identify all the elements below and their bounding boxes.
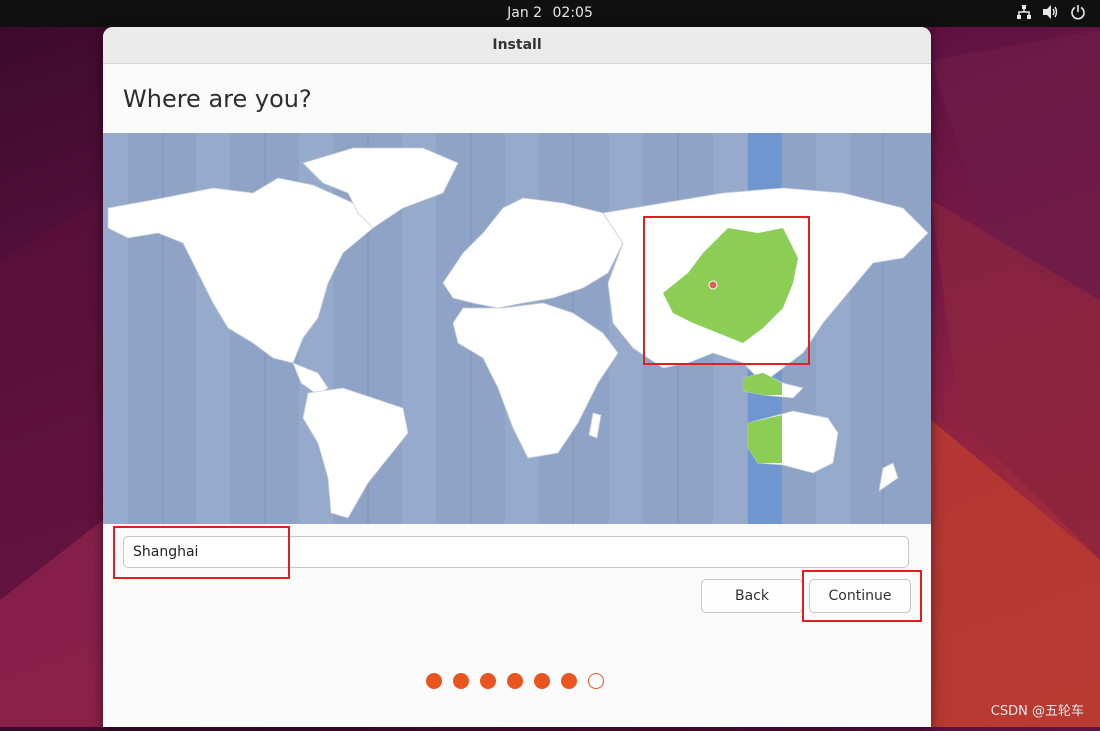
page-title: Where are you? xyxy=(103,64,931,133)
date-label: Jan 2 xyxy=(507,5,543,21)
input-highlight-box xyxy=(113,526,290,579)
back-button[interactable]: Back xyxy=(701,579,803,613)
clock[interactable]: Jan 2 02:05 xyxy=(0,5,1100,21)
timezone-map[interactable] xyxy=(103,133,931,524)
progress-step-dot xyxy=(561,673,577,689)
progress-step-dot xyxy=(534,673,550,689)
progress-step-dot xyxy=(480,673,496,689)
network-icon[interactable] xyxy=(1016,4,1032,20)
progress-step-dot xyxy=(588,673,604,689)
progress-step-dot xyxy=(426,673,442,689)
installer-window: Install Where are you? Shanghai Back Con… xyxy=(103,27,931,727)
system-tray[interactable] xyxy=(1016,4,1086,20)
progress-dots xyxy=(426,673,604,689)
top-bar: Jan 2 02:05 xyxy=(0,0,1100,27)
progress-step-dot xyxy=(507,673,523,689)
volume-icon[interactable] xyxy=(1042,4,1060,20)
power-icon[interactable] xyxy=(1070,4,1086,20)
time-label: 02:05 xyxy=(552,5,593,21)
watermark: CSDN @五轮车 xyxy=(990,704,1084,719)
progress-step-dot xyxy=(453,673,469,689)
continue-highlight-box xyxy=(802,570,922,622)
region-highlight-box xyxy=(643,216,810,365)
window-title: Install xyxy=(103,27,931,64)
